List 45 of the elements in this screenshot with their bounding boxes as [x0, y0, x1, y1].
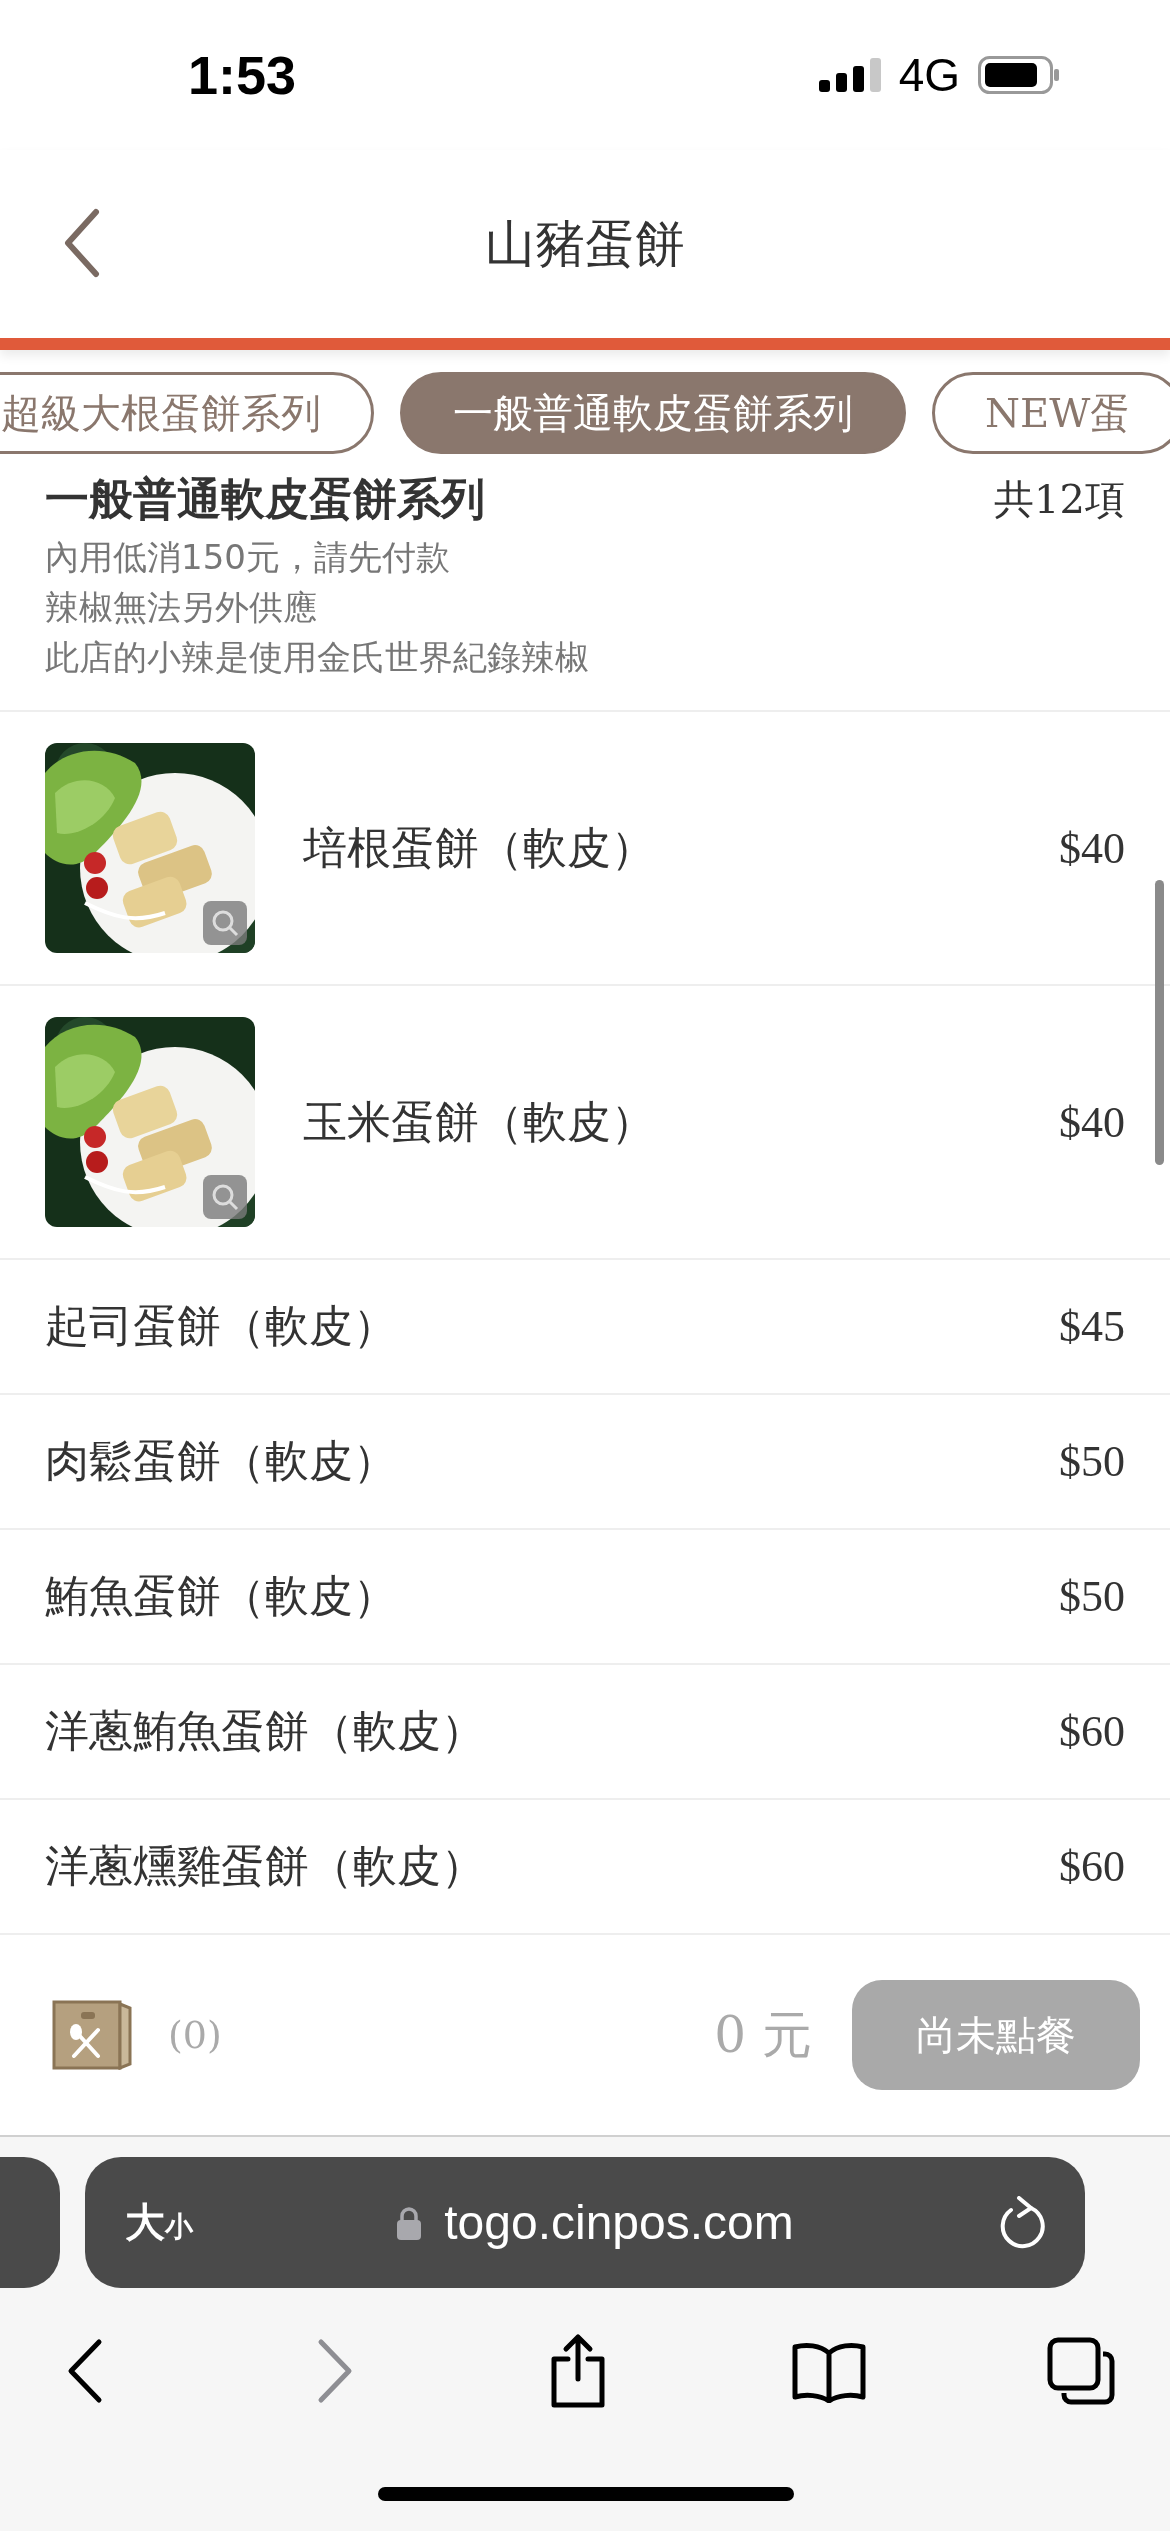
section-title: 一般普通軟皮蛋餅系列 — [45, 471, 485, 526]
item-price: $60 — [1059, 1841, 1125, 1892]
item-price: $50 — [1059, 1571, 1125, 1622]
menu-item[interactable]: 起司蛋餅（軟皮） $45 — [0, 1260, 1170, 1395]
cart-total: 0 元 — [714, 2004, 812, 2066]
tabs-icon[interactable] — [1047, 2336, 1115, 2405]
status-time: 1:53 — [188, 44, 297, 106]
item-name: 洋蔥燻雞蛋餅（軟皮） — [45, 1839, 486, 1893]
menu-item[interactable]: 鮪魚蛋餅（軟皮） $50 — [0, 1530, 1170, 1665]
item-count: 共12項 — [994, 474, 1125, 524]
page-title: 山豬蛋餅 — [485, 213, 685, 275]
menu-item[interactable]: 肉鬆蛋餅（軟皮） $50 — [0, 1395, 1170, 1530]
item-name: 起司蛋餅（軟皮） — [45, 1299, 398, 1353]
zoom-icon[interactable] — [203, 901, 247, 945]
text-size-button[interactable]: 大小 — [125, 2195, 193, 2250]
section-note: 辣椒無法另外供應 — [45, 586, 318, 629]
item-name: 培根蛋餅（軟皮） — [303, 820, 656, 875]
signal-icon — [818, 58, 881, 92]
menu-item[interactable]: 玉米蛋餅（軟皮） $40 — [0, 986, 1170, 1260]
address-bar[interactable]: 大小 togo.cinpos.com — [85, 2157, 1085, 2288]
section-note: 內用低消150元，請先付款 — [45, 536, 451, 579]
item-price: $50 — [1059, 1436, 1125, 1487]
menu-item[interactable]: 洋蔥燻雞蛋餅（軟皮） $60 — [0, 1800, 1170, 1935]
item-price: $40 — [1059, 822, 1125, 874]
battery-icon — [978, 56, 1060, 94]
item-name: 洋蔥鮪魚蛋餅（軟皮） — [45, 1704, 486, 1758]
category-tab[interactable]: 一般普通軟皮蛋餅系列 — [400, 372, 906, 454]
url-text: togo.cinpos.com — [444, 2195, 794, 2250]
tab-bar-edge[interactable] — [0, 2157, 60, 2288]
menu-item[interactable]: 洋蔥鮪魚蛋餅（軟皮） $60 — [0, 1665, 1170, 1800]
lock-icon — [396, 2205, 423, 2240]
section-note: 此店的小辣是使用金氏世界紀錄辣椒 — [45, 636, 590, 679]
item-name: 玉米蛋餅（軟皮） — [303, 1094, 656, 1149]
item-name: 鮪魚蛋餅（軟皮） — [45, 1569, 398, 1623]
network-label: 4G — [898, 48, 960, 102]
zoom-icon[interactable] — [203, 1175, 247, 1219]
item-price: $40 — [1059, 1096, 1125, 1148]
cart-count: (0) — [168, 2013, 223, 2057]
bag-icon[interactable] — [52, 2000, 132, 2070]
item-name: 肉鬆蛋餅（軟皮） — [45, 1434, 398, 1488]
item-price: $60 — [1059, 1706, 1125, 1757]
item-price: $45 — [1059, 1301, 1125, 1352]
menu-item[interactable]: 培根蛋餅（軟皮） $40 — [0, 712, 1170, 986]
category-tab[interactable]: 超級大根蛋餅系列 — [0, 372, 374, 454]
category-tab[interactable]: NEW蛋 — [932, 372, 1170, 454]
